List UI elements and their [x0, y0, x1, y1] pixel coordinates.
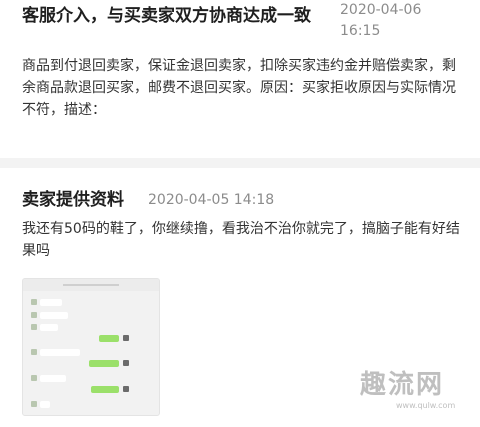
watermark-url: www.qulw.com [396, 401, 456, 410]
thumbnail-status-bar [23, 279, 159, 291]
chat-avatar [31, 401, 37, 407]
chat-avatar [31, 349, 37, 355]
chat-bubble [40, 299, 62, 306]
record-title: 客服介入，与买卖家双方协商达成一致 [22, 6, 311, 26]
chat-bubble [40, 349, 80, 356]
record-body: 我还有50码的鞋了，你继续撸，看我治不治你就完了，搞脑子能有好结果吗 [22, 221, 460, 259]
section-divider [0, 158, 480, 168]
record-datetime: 2020-04-05 14:18 [148, 192, 275, 208]
record-title: 卖家提供资料 [22, 190, 124, 210]
chat-bubble-sent [89, 360, 119, 367]
chat-bubble [40, 324, 58, 331]
chat-bubble [40, 375, 66, 382]
chat-avatar-self [123, 360, 129, 366]
chat-avatar [31, 324, 37, 330]
record-body: 商品到付退回卖家，保证金退回卖家，扣除买家违约金并赔偿卖家，剩余商品款退回买家，… [22, 58, 456, 118]
chat-avatar-self [123, 386, 129, 392]
chat-bubble-sent [91, 386, 119, 393]
chat-bubble [40, 401, 50, 408]
chat-avatar-self [123, 335, 129, 341]
chat-avatar [31, 312, 37, 318]
watermark-logo: 趣流网 [360, 370, 445, 400]
chat-avatar [31, 299, 37, 305]
evidence-screenshot-thumbnail[interactable] [22, 278, 160, 416]
chat-avatar [31, 375, 37, 381]
chat-bubble-sent [99, 335, 119, 342]
chat-bubble [40, 312, 68, 319]
record-date: 2020-04-06 [340, 2, 422, 18]
watermark: 趣流网 www.qulw.com [360, 370, 470, 420]
record-time: 16:15 [340, 23, 381, 39]
record-card-mediation: 客服介入，与买卖家双方协商达成一致 2020-04-06 16:15 商品到付退… [0, 0, 480, 158]
